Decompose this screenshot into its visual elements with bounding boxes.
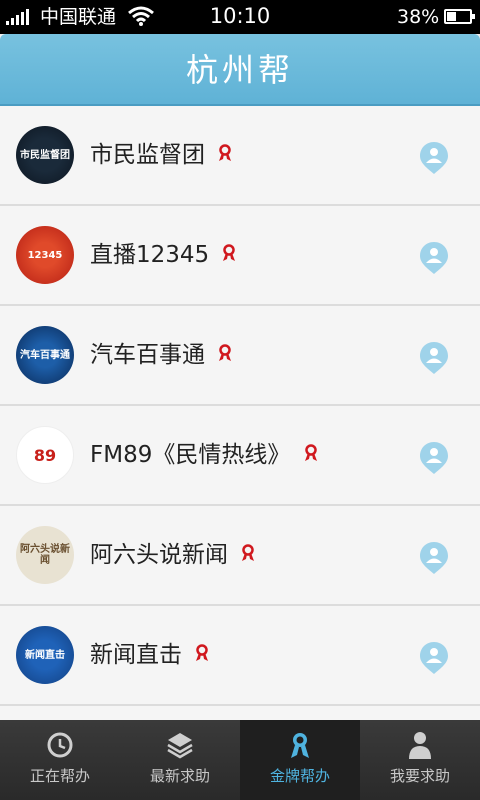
layers-icon (167, 733, 193, 759)
tab-label: 金牌帮办 (269, 767, 330, 785)
program-name-row: FM89《民情热线》 (90, 440, 318, 470)
help-pin-icon[interactable] (419, 441, 449, 475)
ribbon-icon (242, 543, 255, 561)
program-name: 汽车百事通 (90, 342, 205, 368)
program-name-row: 阿六头说新闻 (90, 540, 255, 570)
bottom-tab-bar: 正在帮办 最新求助 金牌帮办 我要求助 (0, 720, 480, 800)
ribbon-icon (223, 243, 236, 261)
help-pin-icon[interactable] (419, 241, 449, 275)
tab-label: 正在帮办 (29, 767, 90, 785)
battery-icon (444, 9, 475, 24)
program-name-row: 直播12345 (90, 240, 236, 270)
helper-list[interactable]: 市民监督团 市民监督团 12345 直播12345 汽车百事通 汽车百事通 89… (0, 106, 480, 720)
program-name-row: 汽车百事通 (90, 340, 232, 370)
help-pin-icon[interactable] (419, 141, 449, 175)
list-item[interactable]: 汽车百事通 汽车百事通 (0, 306, 480, 406)
page-title: 杭州帮 (185, 51, 294, 89)
program-name: FM89《民情热线》 (90, 442, 291, 468)
program-name: 阿六头说新闻 (90, 542, 228, 568)
medal-icon (291, 733, 309, 758)
program-logo: 新闻直击 (16, 626, 74, 684)
tab-latest-requests[interactable]: 最新求助 (120, 720, 240, 800)
tab-ask-for-help[interactable]: 我要求助 (360, 720, 480, 800)
program-logo: 89 (16, 426, 74, 484)
help-pin-icon[interactable] (419, 641, 449, 675)
program-logo: 12345 (16, 226, 74, 284)
status-bar: 中国联通 10:10 38% (0, 0, 480, 34)
app-header: 杭州帮 (0, 34, 480, 106)
program-name: 市民监督团 (90, 142, 205, 168)
ribbon-icon (196, 643, 209, 661)
tab-gold-helpers[interactable]: 金牌帮办 (240, 720, 360, 800)
list-item[interactable]: 市民监督团 市民监督团 (0, 106, 480, 206)
program-name: 直播12345 (90, 242, 210, 268)
tab-helping-now[interactable]: 正在帮办 (0, 720, 120, 800)
clock-icon (47, 732, 73, 758)
list-item[interactable]: 12345 直播12345 (0, 206, 480, 306)
program-logo: 市民监督团 (16, 126, 74, 184)
ribbon-icon (304, 443, 317, 461)
program-name-row: 新闻直击 (90, 640, 209, 670)
help-pin-icon[interactable] (419, 341, 449, 375)
help-pin-icon[interactable] (419, 541, 449, 575)
battery-percent: 38% (397, 6, 440, 28)
program-logo: 阿六头说新闻 (16, 526, 74, 584)
program-name: 新闻直击 (90, 642, 182, 668)
list-item[interactable]: 阿六头说新闻 阿六头说新闻 (0, 506, 480, 606)
tab-label: 我要求助 (389, 767, 450, 785)
person-icon (409, 732, 431, 759)
program-name-row: 市民监督团 (90, 140, 232, 170)
program-logo: 汽车百事通 (16, 326, 74, 384)
list-item[interactable]: 新闻直击 新闻直击 (0, 606, 480, 706)
tab-label: 最新求助 (149, 767, 210, 785)
list-item[interactable]: 89 FM89《民情热线》 (0, 406, 480, 506)
ribbon-icon (219, 343, 232, 361)
ribbon-icon (219, 143, 232, 161)
